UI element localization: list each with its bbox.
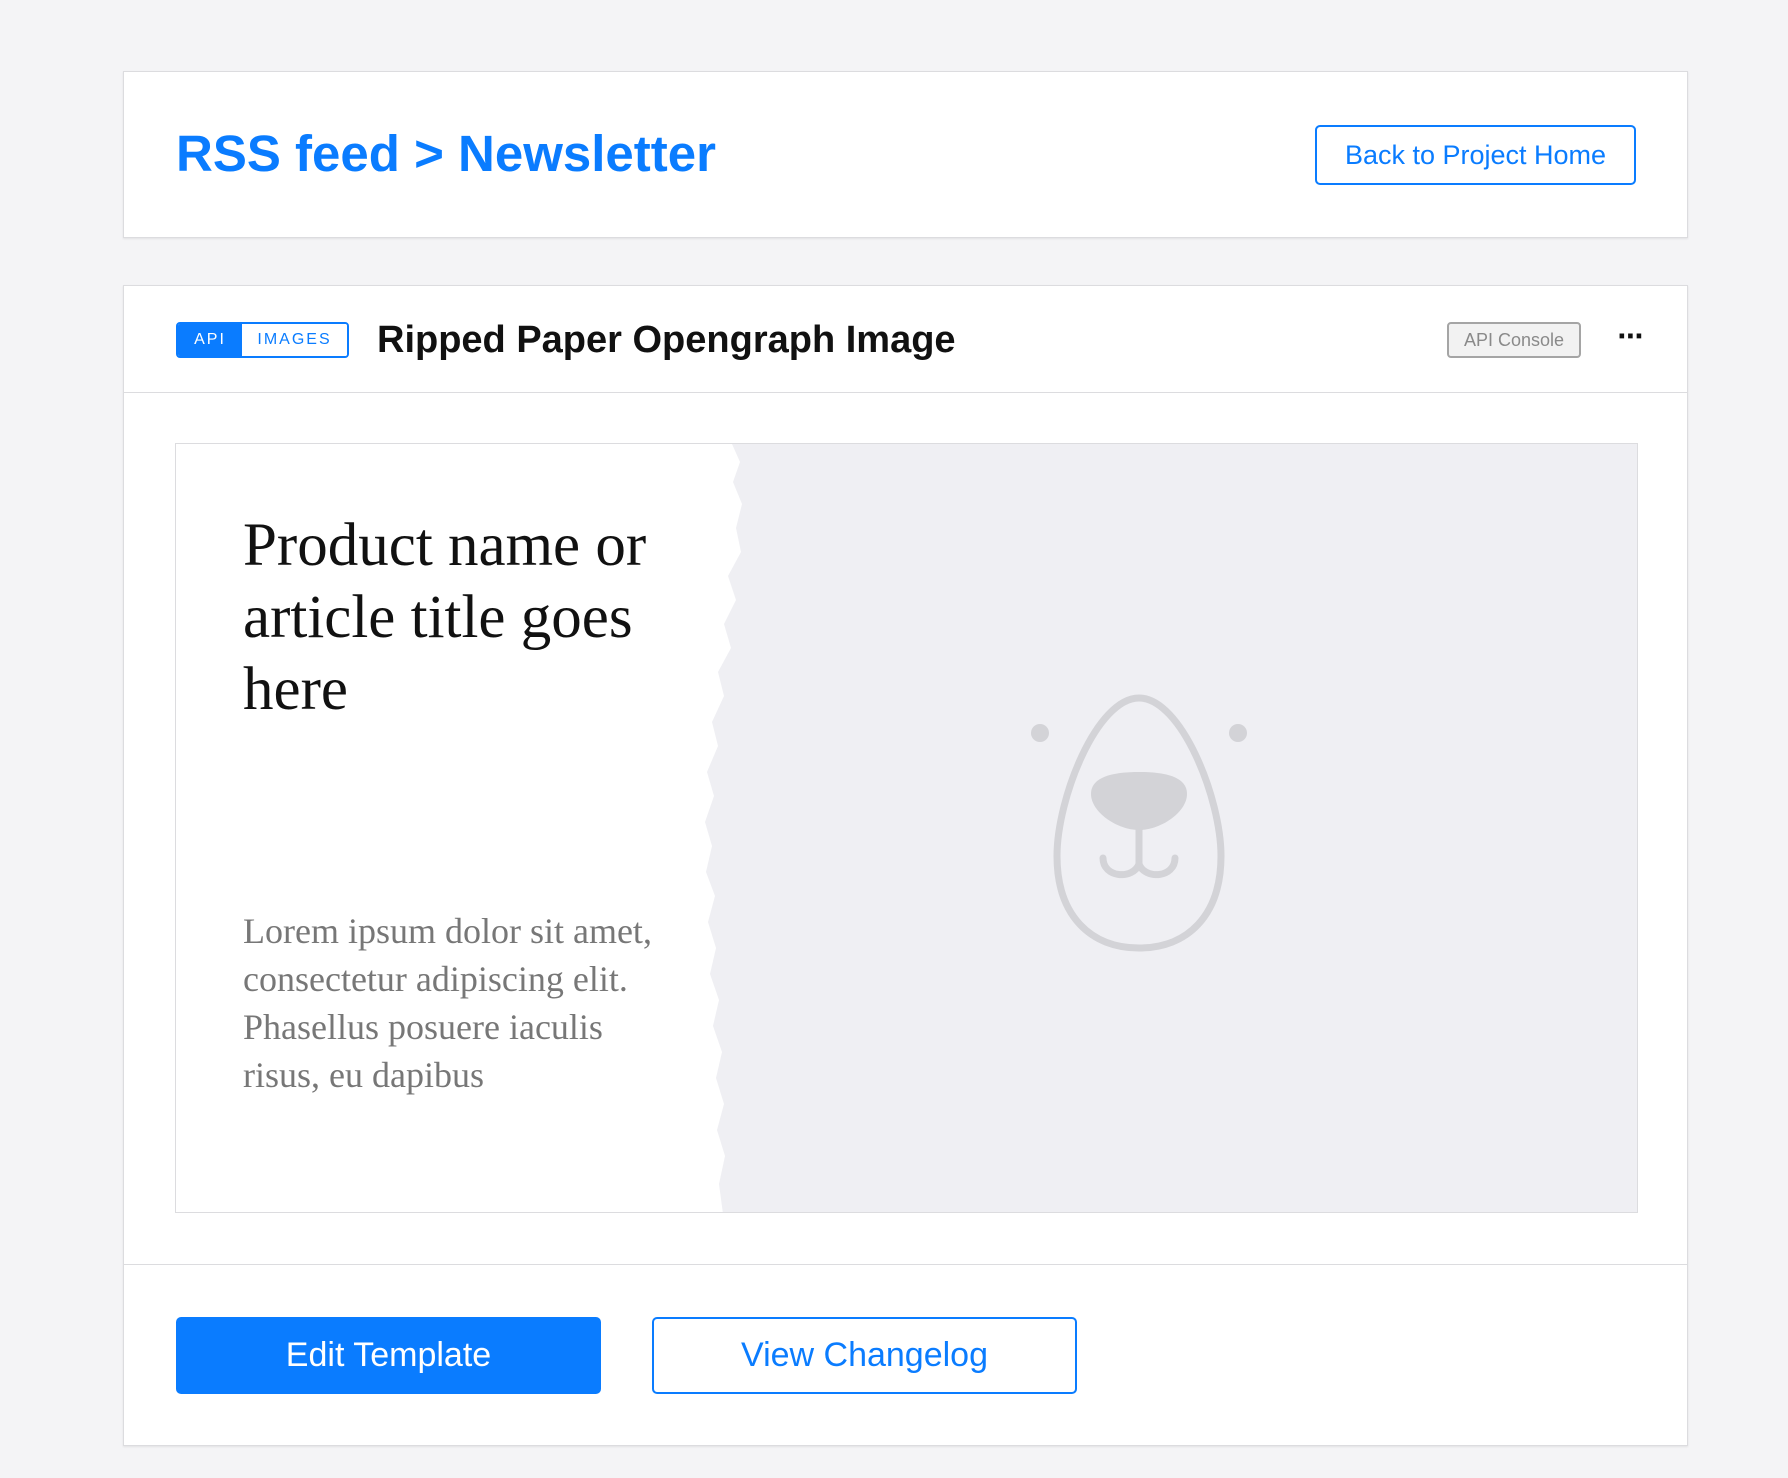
template-preview-image: Product name or article title goes here … bbox=[175, 443, 1638, 1213]
template-card-header: API IMAGES Ripped Paper Opengraph Image … bbox=[124, 286, 1687, 393]
preview-title: Product name or article title goes here bbox=[243, 512, 647, 723]
more-options-button[interactable]: ⋯ bbox=[1610, 316, 1650, 356]
template-card-footer: Edit Template View Changelog bbox=[124, 1264, 1687, 1445]
template-card: API IMAGES Ripped Paper Opengraph Image … bbox=[123, 285, 1688, 1446]
template-title: Ripped Paper Opengraph Image bbox=[377, 319, 956, 361]
api-console-button[interactable]: API Console bbox=[1447, 322, 1581, 358]
template-tags: API IMAGES bbox=[176, 322, 349, 358]
more-icon: ⋯ bbox=[1617, 320, 1644, 351]
edit-template-button[interactable]: Edit Template bbox=[176, 1317, 601, 1394]
preview-body-text: Lorem ipsum dolor sit amet, consectetur … bbox=[243, 911, 652, 1095]
header-card: RSS feed > Newsletter Back to Project Ho… bbox=[123, 71, 1688, 238]
images-tag: IMAGES bbox=[242, 324, 347, 356]
view-changelog-button[interactable]: View Changelog bbox=[652, 1317, 1077, 1394]
api-tag: API bbox=[178, 324, 242, 356]
breadcrumb: RSS feed > Newsletter bbox=[176, 125, 716, 182]
bear-placeholder-icon bbox=[1031, 694, 1247, 952]
back-to-project-home-button[interactable]: Back to Project Home bbox=[1315, 125, 1636, 185]
